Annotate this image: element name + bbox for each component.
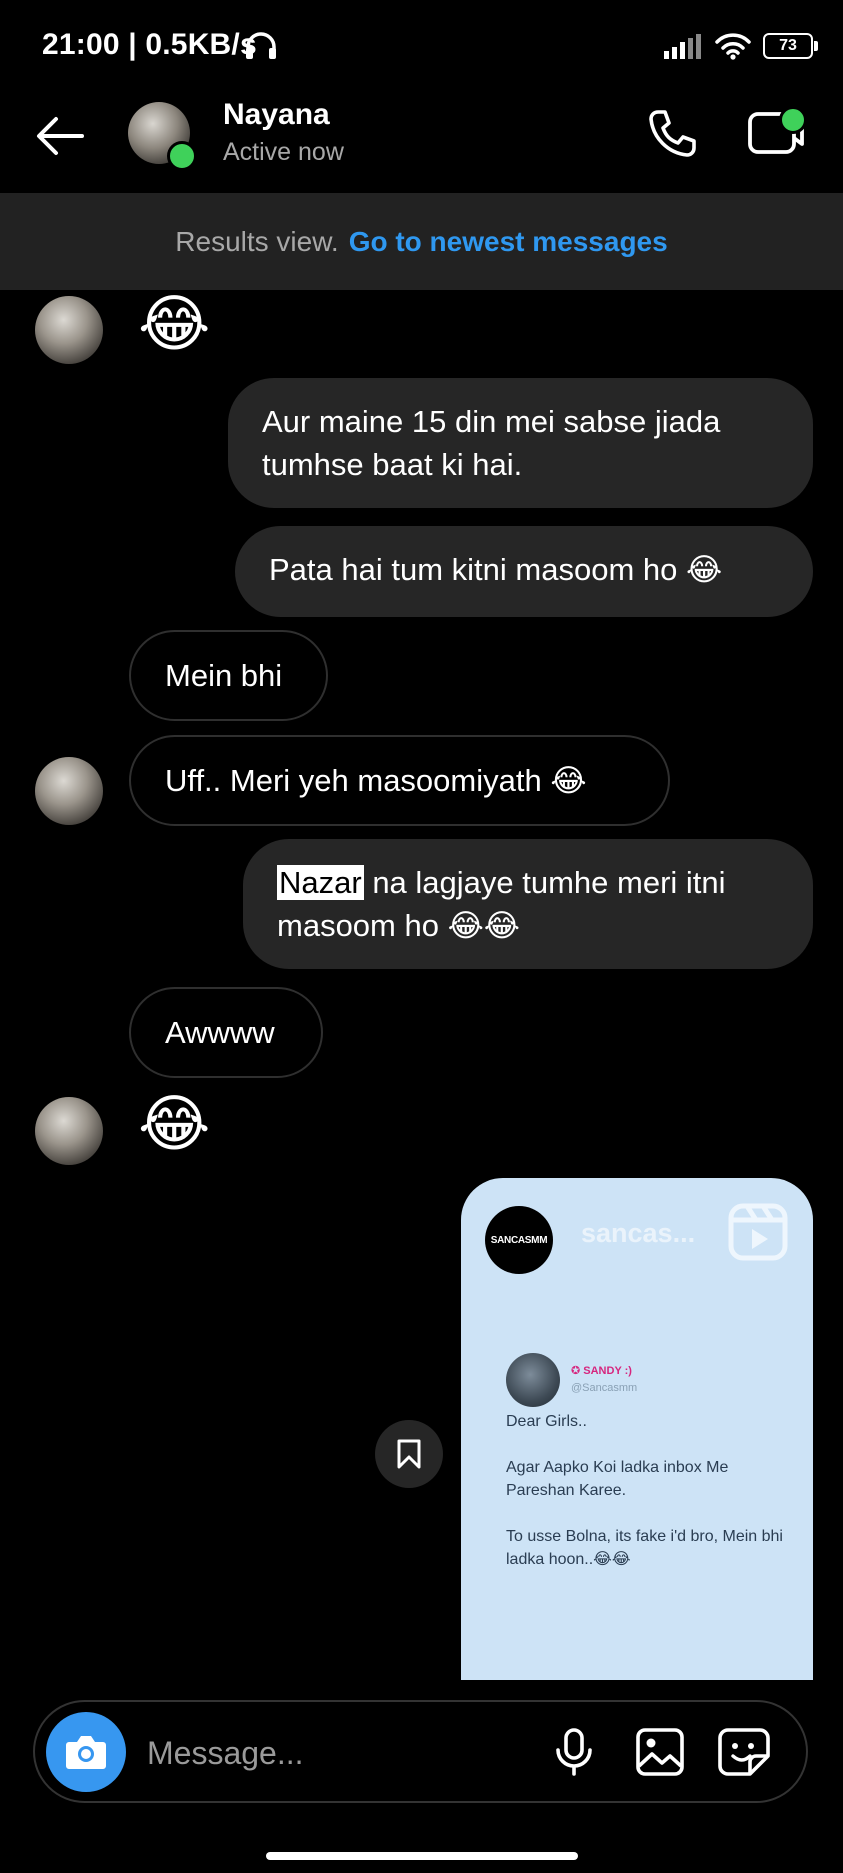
sender-avatar[interactable] [35,1097,103,1165]
message-bubble-incoming[interactable]: Mein bhi [129,630,328,721]
image-icon [636,1728,684,1776]
tweet-avatar [506,1353,560,1407]
message-bubble-incoming[interactable]: Awwww [129,987,323,1078]
tweet-author-handle: @Sancasmm [571,1382,638,1394]
tweet-author-name: ✪ SANDY :) [571,1365,632,1377]
microphone-icon [556,1728,592,1776]
voice-message-button[interactable] [548,1726,600,1778]
sender-avatar[interactable] [35,757,103,825]
message-emoji[interactable]: 😂 [138,1094,210,1156]
results-banner: Results view. Go to newest messages [0,193,843,290]
shared-reel-card[interactable]: SANCASMM sancas... ✪ SANDY :) @Sancasmm … [461,1178,813,1680]
go-to-newest-link[interactable]: Go to newest messages [349,226,668,258]
status-time-speed: 21:00 | 0.5KB/s [42,28,257,61]
signal-icon [664,34,701,59]
message-emoji[interactable]: 😂 [138,294,210,356]
message-bubble-outgoing[interactable]: Aur maine 15 din mei sabse jiada tumhse … [228,378,813,508]
message-bubble-outgoing[interactable]: Nazar na lagjaye tumhe meri itni masoom … [243,839,813,969]
tweet-text: Dear Girls.. Agar Aapko Koi ladka inbox … [506,1413,783,1568]
battery-icon: 73 [763,33,818,59]
status-indicators: 73 [663,28,818,64]
back-button[interactable] [30,106,90,166]
phone-icon [649,110,696,157]
message-bubble-incoming[interactable]: Uff.. Meri yeh masoomiyath 😂 [129,735,670,826]
headphones-icon [244,30,278,62]
camera-icon [66,1736,106,1769]
sticker-button[interactable] [718,1726,774,1778]
bookmark-icon [397,1439,421,1469]
camera-button[interactable] [46,1712,126,1792]
contact-status: Active now [223,138,344,166]
reel-account-logo: SANCASMM [485,1206,553,1274]
reels-icon [727,1202,789,1262]
online-indicator [167,141,197,171]
save-button[interactable] [375,1420,443,1488]
message-bubble-outgoing[interactable]: Pata hai tum kitni masoom ho 😂 [235,526,813,617]
call-button[interactable] [644,106,700,162]
contact-name[interactable]: Nayana [223,98,330,132]
message-input[interactable] [145,1722,529,1784]
video-online-indicator [779,106,807,134]
gallery-button[interactable] [634,1726,686,1778]
home-indicator[interactable] [266,1852,578,1860]
arrow-left-icon [37,117,84,155]
results-view-label: Results view. [175,225,339,257]
reel-username[interactable]: sancas... [581,1218,695,1249]
sender-avatar[interactable] [35,296,103,364]
search-highlight: Nazar [277,865,364,900]
sticker-icon [718,1728,770,1776]
wifi-icon [715,33,751,60]
